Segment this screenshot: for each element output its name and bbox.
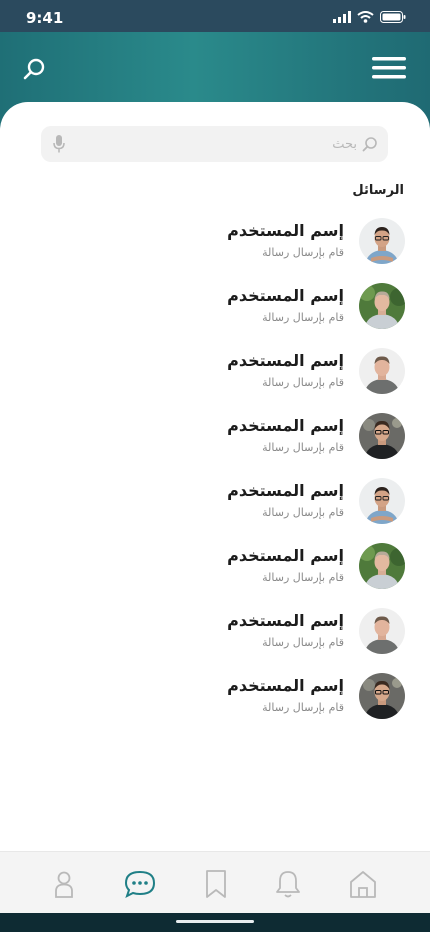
message-item[interactable]: إسم المستخدم قام بإرسال رسالة [0,666,430,731]
message-subtitle: قام بإرسال رسالة [262,311,344,324]
message-sender-name: إسم المستخدم [227,416,344,435]
wifi-icon [357,11,374,23]
message-sender-name: إسم المستخدم [227,546,344,565]
message-item[interactable]: إسم المستخدم قام بإرسال رسالة [0,276,430,341]
man-grey-shirt-avatar [359,608,405,654]
avatar [359,673,405,719]
avatar [359,543,405,589]
home-indicator[interactable] [176,920,254,923]
message-subtitle: قام بإرسال رسالة [262,246,344,259]
search-bar[interactable] [41,126,388,162]
avatar [359,283,405,329]
home-icon [350,871,376,898]
man-glasses-crossed-arms-avatar [359,218,405,264]
man-grey-shirt-avatar [359,348,405,394]
menu-button[interactable] [372,55,406,81]
tab-bookmarks[interactable] [201,869,231,899]
message-subtitle: قام بإرسال رسالة [262,636,344,649]
message-item[interactable]: إسم المستخدم قام بإرسال رسالة [0,341,430,406]
bookmark-icon [206,870,226,898]
profile-icon [55,871,73,898]
home-indicator-area [0,913,430,932]
man-dark-glasses-avatar [359,673,405,719]
search-input[interactable] [77,126,357,162]
search-icon [23,58,45,80]
avatar [359,218,405,264]
search-field-icon [362,137,377,152]
app-screen: 9:41 بحث الرسائل إسم المستخدم قام بإرسال… [0,0,430,932]
message-item[interactable]: إسم المستخدم قام بإرسال رسالة [0,406,430,471]
message-subtitle: قام بإرسال رسالة [262,441,344,454]
message-subtitle: قام بإرسال رسالة [262,506,344,519]
tab-home[interactable] [348,869,378,899]
man-glasses-crossed-arms-avatar [359,478,405,524]
avatar [359,478,405,524]
tab-notifications[interactable] [273,869,303,899]
message-item[interactable]: إسم المستخدم قام بإرسال رسالة [0,601,430,666]
hamburger-menu-icon [372,57,406,79]
message-item[interactable]: إسم المستخدم قام بإرسال رسالة [0,211,430,276]
man-outdoors-avatar [359,543,405,589]
message-sender-name: إسم المستخدم [227,481,344,500]
tab-profile[interactable] [49,869,79,899]
status-bar: 9:41 [0,0,430,32]
message-sender-name: إسم المستخدم [227,351,344,370]
message-sender-name: إسم المستخدم [227,221,344,240]
message-sender-name: إسم المستخدم [227,286,344,305]
message-item[interactable]: إسم المستخدم قام بإرسال رسالة [0,471,430,536]
signal-icon [333,11,351,23]
avatar [359,348,405,394]
header-search-button[interactable] [22,56,48,82]
chat-icon [124,870,156,898]
message-subtitle: قام بإرسال رسالة [262,376,344,389]
messages-section-title: الرسائل [352,183,404,198]
bottom-tab-bar [0,851,430,913]
status-icons [333,9,406,25]
man-outdoors-avatar [359,283,405,329]
battery-icon [380,11,406,23]
avatar [359,413,405,459]
bell-icon [276,871,300,898]
message-subtitle: قام بإرسال رسالة [262,701,344,714]
tab-messages[interactable] [123,869,157,899]
message-subtitle: قام بإرسال رسالة [262,571,344,584]
avatar [359,608,405,654]
status-time: 9:41 [26,9,64,27]
message-sender-name: إسم المستخدم [227,676,344,695]
message-item[interactable]: إسم المستخدم قام بإرسال رسالة [0,536,430,601]
message-sender-name: إسم المستخدم [227,611,344,630]
microphone-icon[interactable] [53,135,65,153]
man-dark-glasses-avatar [359,413,405,459]
